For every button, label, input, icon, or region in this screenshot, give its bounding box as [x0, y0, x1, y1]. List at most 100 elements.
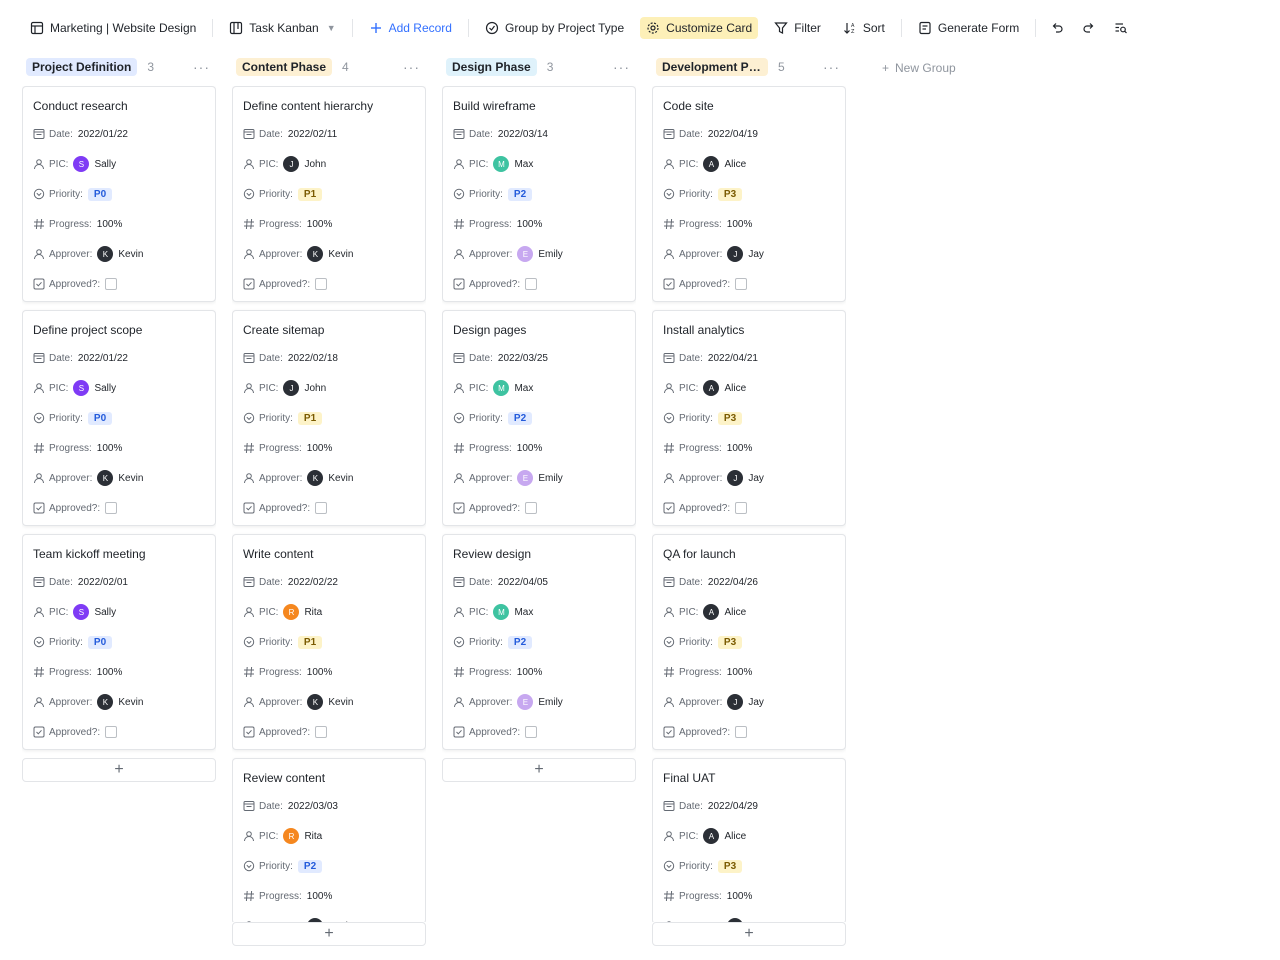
add-card-button[interactable]: + — [442, 758, 636, 782]
new-group-button[interactable]: + New Group — [862, 56, 974, 78]
approved-checkbox[interactable] — [105, 278, 118, 290]
record-card[interactable]: Create sitemap Date: 2022/02/18 PIC: J John Pr… — [232, 310, 426, 526]
record-card[interactable]: QA for launch Date: 2022/04/26 PIC: A Alice Pr… — [652, 534, 846, 750]
record-card[interactable]: Define project scope Date: 2022/01/22 PIC: S… — [22, 310, 216, 526]
cards-list: Code site Date: 2022/04/19 PIC: A Alice Priori… — [652, 86, 846, 922]
record-card[interactable]: Write content Date: 2022/02/22 PIC: R Rita Pri… — [232, 534, 426, 750]
sort-button[interactable]: AZ Sort — [837, 17, 891, 39]
sort-icon: AZ — [843, 23, 855, 35]
approved-checkbox[interactable] — [525, 502, 538, 514]
date-value: 2022/02/18 — [287, 352, 338, 364]
checkbox-icon — [33, 278, 45, 290]
calendar-icon — [453, 128, 465, 140]
pic-field: PIC: M Max — [453, 597, 625, 627]
record-card[interactable]: Conduct research Date: 2022/01/22 PIC: S Sall… — [22, 86, 216, 302]
add-card-button[interactable]: + — [22, 758, 216, 782]
checkbox-icon — [33, 726, 45, 738]
customize-card-button[interactable]: Customize Card — [640, 17, 759, 39]
group-by-button[interactable]: Group by Project Type — [479, 17, 630, 39]
field-label: Approver: — [679, 472, 723, 484]
approver-name: Kevin — [118, 472, 144, 484]
record-card[interactable]: Define content hierarchy Date: 2022/02/11 P… — [232, 86, 426, 302]
priority-field: Priority: P3 — [663, 179, 835, 209]
new-group-label: New Group — [895, 61, 956, 75]
approved-checkbox[interactable] — [105, 726, 118, 738]
user-icon — [243, 248, 255, 260]
generate-form-button[interactable]: Generate Form — [912, 17, 1025, 39]
approved-field: Approved?: — [33, 493, 205, 523]
approved-checkbox[interactable] — [735, 278, 748, 290]
cards-list: Define content hierarchy Date: 2022/02/11 P… — [232, 86, 426, 922]
more-icon[interactable]: ··· — [193, 59, 212, 75]
filter-button[interactable]: Filter — [768, 17, 827, 39]
pic-field: PIC: M Max — [453, 149, 625, 179]
approved-checkbox[interactable] — [105, 502, 118, 514]
record-card[interactable]: Team kickoff meeting Date: 2022/02/01 PIC: S… — [22, 534, 216, 750]
pic-name: Alice — [724, 158, 747, 170]
search-records-button[interactable] — [1110, 17, 1132, 39]
record-card[interactable]: Install analytics Date: 2022/04/21 PIC: A Ali… — [652, 310, 846, 526]
calendar-icon — [663, 800, 675, 812]
approver-name: Emily — [538, 696, 563, 708]
record-card[interactable]: Code site Date: 2022/04/19 PIC: A Alice Priori… — [652, 86, 846, 302]
pic-field: PIC: S Sally — [33, 597, 205, 627]
record-card[interactable]: Review design Date: 2022/04/05 PIC: M Max Prio… — [442, 534, 636, 750]
card-title: Team kickoff meeting — [33, 547, 146, 561]
record-card[interactable]: Build wireframe Date: 2022/03/14 PIC: M Max Pr… — [442, 86, 636, 302]
progress-field: Progress: 100% — [453, 209, 625, 239]
progress-value: 100% — [516, 218, 543, 230]
plus-icon: + — [744, 925, 754, 942]
priority-field: Priority: P2 — [453, 403, 625, 433]
priority-field: Priority: P1 — [243, 403, 415, 433]
column-header: Design Phase 3 ··· — [442, 56, 636, 78]
checkbox-icon — [33, 502, 45, 514]
user-icon — [243, 920, 255, 922]
hash-icon — [33, 218, 45, 230]
add-card-button[interactable]: + — [652, 922, 846, 946]
record-card[interactable]: Design pages Date: 2022/03/25 PIC: M Max Prior… — [442, 310, 636, 526]
filter-icon — [774, 22, 788, 34]
group-tag[interactable]: Design Phase — [446, 58, 537, 76]
priority-field: Priority: P2 — [453, 179, 625, 209]
group-tag[interactable]: Project Definition — [26, 58, 138, 76]
progress-field: Progress: 100% — [243, 209, 415, 239]
base-title[interactable]: Marketing | Website Design — [24, 17, 202, 39]
field-label: Approver: — [49, 696, 93, 708]
more-icon[interactable]: ··· — [613, 59, 632, 75]
group-count: 5 — [778, 60, 785, 74]
add-record-button[interactable]: Add Record — [363, 17, 458, 39]
redo-button[interactable] — [1078, 17, 1100, 39]
approved-checkbox[interactable] — [525, 278, 538, 290]
more-icon[interactable]: ··· — [403, 59, 422, 75]
view-switcher[interactable]: Task Kanban ▼ — [223, 17, 341, 39]
record-card[interactable]: Review content Date: 2022/03/03 PIC: R Rita Pr… — [232, 758, 426, 922]
approved-field: Approved?: — [33, 269, 205, 299]
chevron-circle-icon — [663, 636, 675, 648]
date-field: Date: 2022/02/18 — [243, 343, 415, 373]
approver-field: Approver: K Kevin — [33, 463, 205, 493]
approved-checkbox[interactable] — [735, 726, 748, 738]
priority-field: Priority: P3 — [663, 851, 835, 881]
group-tag[interactable]: Development Ph... — [656, 58, 768, 76]
approved-checkbox[interactable] — [315, 502, 328, 514]
plus-icon: + — [324, 925, 334, 942]
card-title: Design pages — [453, 323, 527, 337]
approved-checkbox[interactable] — [735, 502, 748, 514]
priority-badge: P3 — [717, 635, 743, 649]
view-name: Task Kanban — [249, 21, 319, 35]
add-card-button[interactable]: + — [232, 922, 426, 946]
progress-field: Progress: 100% — [663, 209, 835, 239]
user-icon — [33, 606, 45, 618]
undo-button[interactable] — [1046, 17, 1068, 39]
chevron-circle-icon — [453, 412, 465, 424]
more-icon[interactable]: ··· — [823, 59, 842, 75]
group-tag[interactable]: Content Phase — [236, 58, 333, 76]
field-label: Date: — [679, 576, 703, 588]
approved-checkbox[interactable] — [315, 726, 328, 738]
pic-name: Sally — [94, 158, 117, 170]
date-field: Date: 2022/04/26 — [663, 567, 835, 597]
approved-checkbox[interactable] — [525, 726, 538, 738]
priority-field: Priority: P3 — [663, 403, 835, 433]
approved-checkbox[interactable] — [315, 278, 328, 290]
record-card[interactable]: Final UAT Date: 2022/04/29 PIC: A Alice Priori… — [652, 758, 846, 922]
